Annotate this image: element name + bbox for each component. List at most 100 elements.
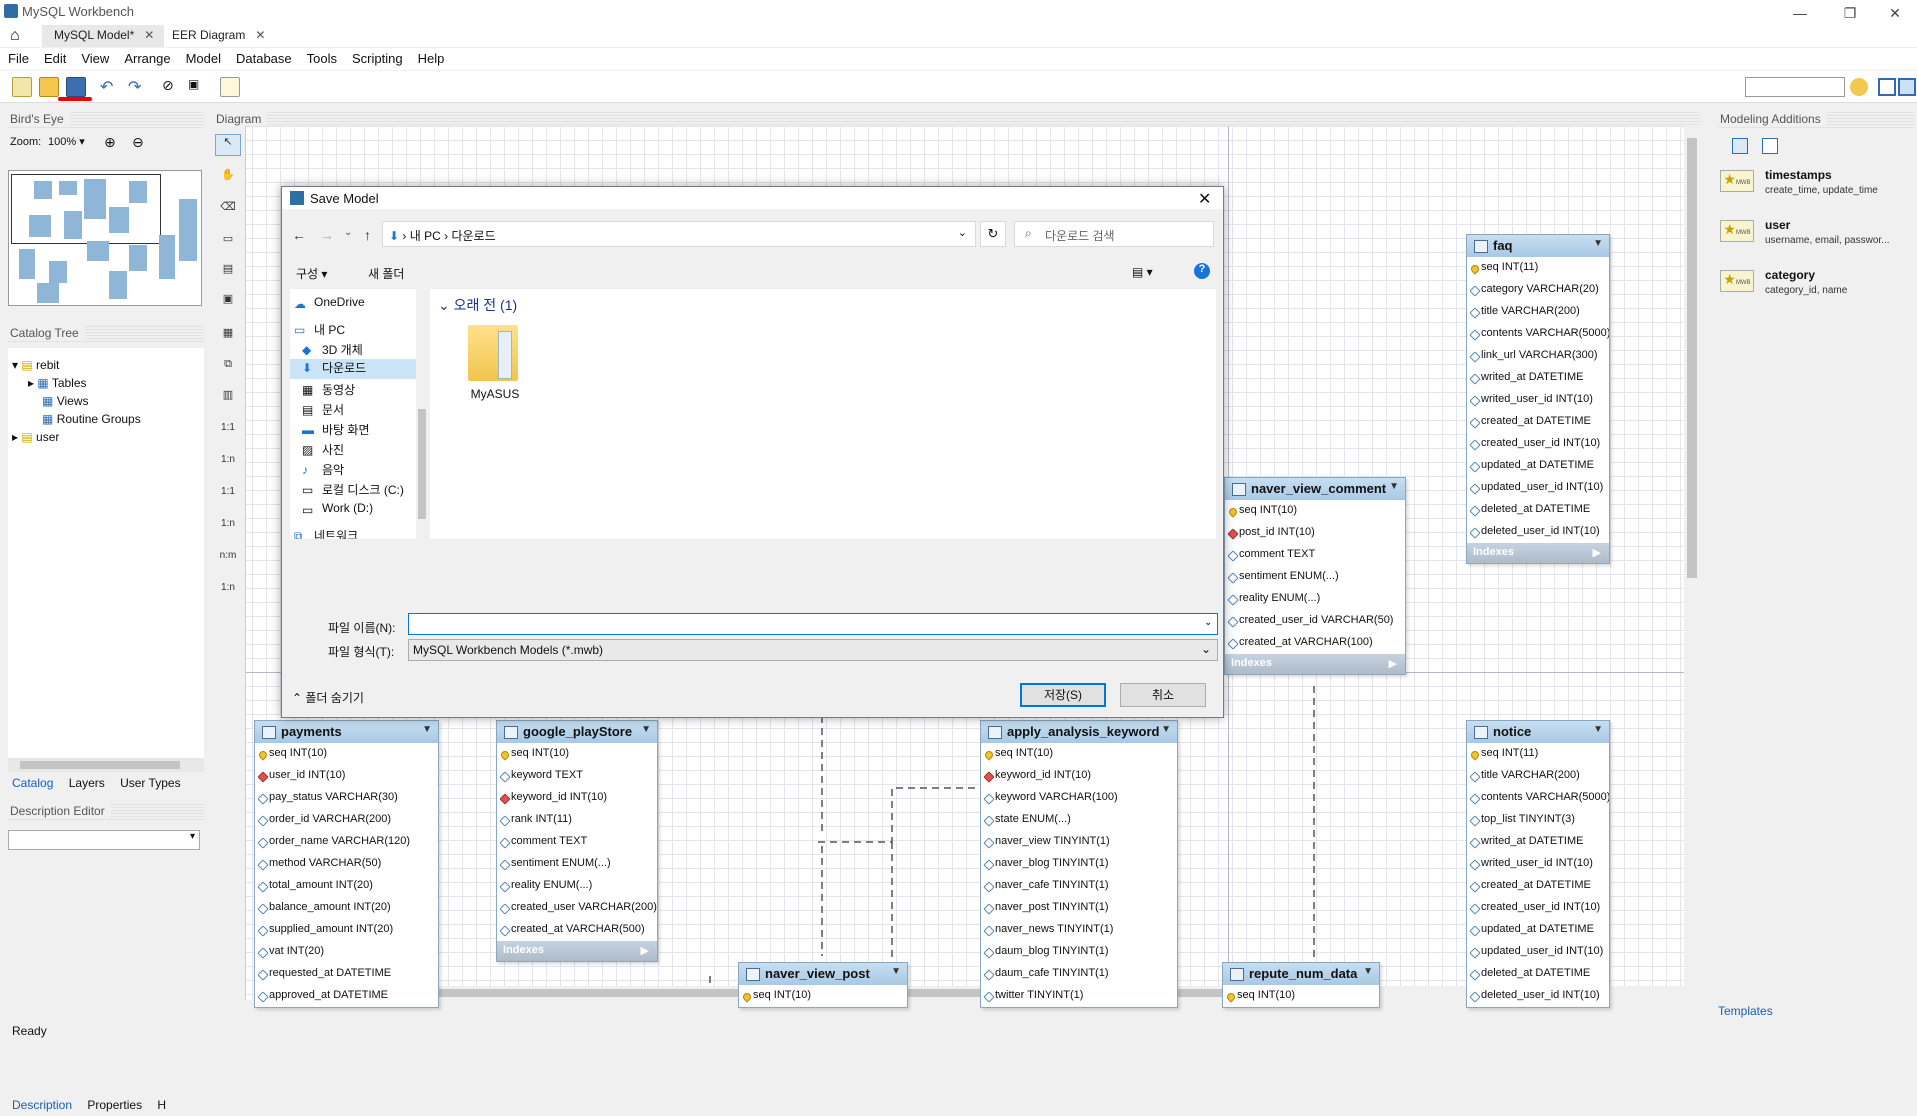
column-row[interactable]: reality ENUM(...) xyxy=(497,875,657,897)
entity-faq[interactable]: faq ▼ seq INT(11) category VARCHAR(20) title… xyxy=(1466,234,1610,564)
column-row[interactable]: order_name VARCHAR(120) xyxy=(255,831,438,853)
column-row[interactable]: deleted_at DATETIME xyxy=(1467,499,1609,521)
column-row[interactable]: deleted_user_id INT(10) xyxy=(1467,521,1609,543)
layout-toggle-icon[interactable] xyxy=(1878,78,1896,96)
nav-local-disk[interactable]: ▭ 로컬 디스크 (C:) xyxy=(298,481,404,501)
indexes-section[interactable]: Indexes ▶ xyxy=(1225,654,1405,674)
undo-icon[interactable]: ↶ xyxy=(100,77,120,97)
nav-network[interactable]: ⧉ 네트워크 xyxy=(290,527,358,539)
tree-node-routines[interactable]: ▦ Routine Groups xyxy=(42,412,141,426)
entity-collapse-icon[interactable]: ▼ xyxy=(641,724,651,735)
tab-templates[interactable]: Templates xyxy=(1718,1004,1773,1018)
nav-downloads[interactable]: ⬇ 다운로드 xyxy=(290,359,416,379)
column-row[interactable]: seq INT(11) xyxy=(1467,257,1609,279)
column-row[interactable]: keyword_id INT(10) xyxy=(981,765,1177,787)
nav-this-pc[interactable]: ▭ 내 PC xyxy=(290,321,345,341)
close-tab-icon[interactable]: ✕ xyxy=(255,28,265,42)
tab-properties[interactable]: Properties xyxy=(79,1098,150,1112)
zoom-out-icon[interactable]: ⊖ xyxy=(132,134,144,151)
nav-onedrive[interactable]: ☁ OneDrive xyxy=(290,295,365,315)
search-box[interactable]: ⌕ 다운로드 검색 xyxy=(1014,221,1214,247)
menu-edit[interactable]: Edit xyxy=(36,48,73,66)
entity-google-playstore[interactable]: google_playStore ▼ seq INT(10) keyword TEXT… xyxy=(496,720,658,962)
menu-view[interactable]: View xyxy=(73,48,116,66)
entity-repute-num-data[interactable]: repute_num_data ▼ seq INT(10) xyxy=(1222,962,1380,1008)
hide-folders-toggle[interactable]: ⌃ 폴더 숨기기 xyxy=(292,689,364,706)
entity-header[interactable]: faq ▼ xyxy=(1467,235,1609,257)
menu-help[interactable]: Help xyxy=(410,48,452,66)
expand-icon[interactable]: ▶ xyxy=(641,944,649,957)
entity-naver-view-comment[interactable]: naver_view_comment ▼ seq INT(10) post_id IN… xyxy=(1224,477,1406,675)
column-row[interactable]: naver_view TINYINT(1) xyxy=(981,831,1177,853)
new-folder-button[interactable]: 새 폴더 xyxy=(368,265,404,282)
tree-node-tables[interactable]: ▸ ▦ Tables xyxy=(28,376,87,390)
column-row[interactable]: seq INT(10) xyxy=(1223,985,1379,1007)
toolbar-search-input[interactable] xyxy=(1745,77,1845,97)
filetype-select[interactable]: MySQL Workbench Models (*.mwb) ⌄ xyxy=(408,639,1218,661)
nav-pictures[interactable]: ▨ 사진 xyxy=(298,441,344,461)
column-row[interactable]: reality ENUM(...) xyxy=(1225,588,1405,610)
column-row[interactable]: updated_user_id INT(10) xyxy=(1467,941,1609,963)
export-icon[interactable] xyxy=(220,77,240,97)
column-row[interactable]: naver_blog TINYINT(1) xyxy=(981,853,1177,875)
entity-header[interactable]: notice ▼ xyxy=(1467,721,1609,743)
zoom-in-icon[interactable]: ⊕ xyxy=(104,134,116,151)
column-row[interactable]: writed_user_id INT(10) xyxy=(1467,389,1609,411)
column-row[interactable]: writed_at DATETIME xyxy=(1467,831,1609,853)
up-icon[interactable]: ↑ xyxy=(364,227,371,243)
entity-collapse-icon[interactable]: ▼ xyxy=(1161,724,1171,735)
column-row[interactable]: deleted_at DATETIME xyxy=(1467,963,1609,985)
entity-header[interactable]: repute_num_data ▼ xyxy=(1223,963,1379,985)
column-row[interactable]: category VARCHAR(20) xyxy=(1467,279,1609,301)
column-row[interactable]: writed_at DATETIME xyxy=(1467,367,1609,389)
column-row[interactable]: keyword TEXT xyxy=(497,765,657,787)
entity-header[interactable]: google_playStore ▼ xyxy=(497,721,657,743)
tab-description[interactable]: Description xyxy=(8,1098,76,1112)
column-row[interactable]: twitter TINYINT(1) xyxy=(981,985,1177,1007)
forward-icon[interactable]: → xyxy=(320,227,334,243)
nav-documents[interactable]: ▤ 문서 xyxy=(298,401,344,421)
column-row[interactable]: state ENUM(...) xyxy=(981,809,1177,831)
dialog-close-icon[interactable]: ✕ xyxy=(1198,189,1211,209)
entity-naver-view-post[interactable]: naver_view_post ▼ seq INT(10) xyxy=(738,962,908,1008)
entity-collapse-icon[interactable]: ▼ xyxy=(1593,238,1603,249)
rel-1-n-icon[interactable]: 1:n xyxy=(215,454,241,476)
routine-tool-icon[interactable]: ▥ xyxy=(215,388,241,410)
template-category[interactable]: ★MWB category category_id, name xyxy=(1720,266,1915,314)
rel-1-1-id-icon[interactable]: 1:1 xyxy=(215,486,241,508)
column-row[interactable]: balance_amount INT(20) xyxy=(255,897,438,919)
recent-locations-icon[interactable]: ⌄ xyxy=(344,227,352,238)
align-icon[interactable]: ▣ xyxy=(188,77,208,97)
eraser-tool-icon[interactable]: ⌫ xyxy=(215,200,241,222)
entity-header[interactable]: payments ▼ xyxy=(255,721,438,743)
column-row[interactable]: created_user_id VARCHAR(50) xyxy=(1225,610,1405,632)
tree-node-rebit[interactable]: ▾ ▤ rebit xyxy=(12,358,59,372)
column-row[interactable]: seq INT(10) xyxy=(497,743,657,765)
rel-1-1-icon[interactable]: 1:1 xyxy=(215,422,241,444)
entity-apply-analysis-keyword[interactable]: apply_analysis_keyword ▼ seq INT(10) keywor… xyxy=(980,720,1178,1008)
column-row[interactable]: created_at DATETIME xyxy=(1467,875,1609,897)
column-row[interactable]: updated_user_id INT(10) xyxy=(1467,477,1609,499)
indexes-section[interactable]: Indexes ▶ xyxy=(497,941,657,961)
column-row[interactable]: approved_at DATETIME xyxy=(255,985,438,1007)
save-model-icon[interactable] xyxy=(66,77,86,97)
column-row[interactable]: total_amount INT(20) xyxy=(255,875,438,897)
note-tool-icon[interactable]: ▤ xyxy=(215,262,241,284)
tab-history[interactable]: H xyxy=(153,1098,170,1112)
indexes-section[interactable]: Indexes ▶ xyxy=(1467,543,1609,563)
column-row[interactable]: contents VARCHAR(5000) xyxy=(1467,323,1609,345)
vertical-scrollbar[interactable] xyxy=(1684,126,1700,1000)
entity-collapse-icon[interactable]: ▼ xyxy=(1389,481,1399,492)
entity-notice[interactable]: notice ▼ seq INT(11) title VARCHAR(200) cont… xyxy=(1466,720,1610,1008)
search-icon[interactable] xyxy=(1850,78,1868,96)
column-row[interactable]: requested_at DATETIME xyxy=(255,963,438,985)
filename-dropdown-icon[interactable]: ⌄ xyxy=(1204,617,1212,628)
back-icon[interactable]: ← xyxy=(292,227,306,243)
column-row[interactable]: updated_at DATETIME xyxy=(1467,919,1609,941)
folder-item[interactable]: MyASUS xyxy=(460,323,530,413)
column-row[interactable]: seq INT(11) xyxy=(1467,743,1609,765)
open-model-icon[interactable] xyxy=(39,77,59,97)
column-row[interactable]: comment TEXT xyxy=(497,831,657,853)
column-row[interactable]: seq INT(10) xyxy=(255,743,438,765)
rel-n-m-icon[interactable]: n:m xyxy=(215,550,241,572)
